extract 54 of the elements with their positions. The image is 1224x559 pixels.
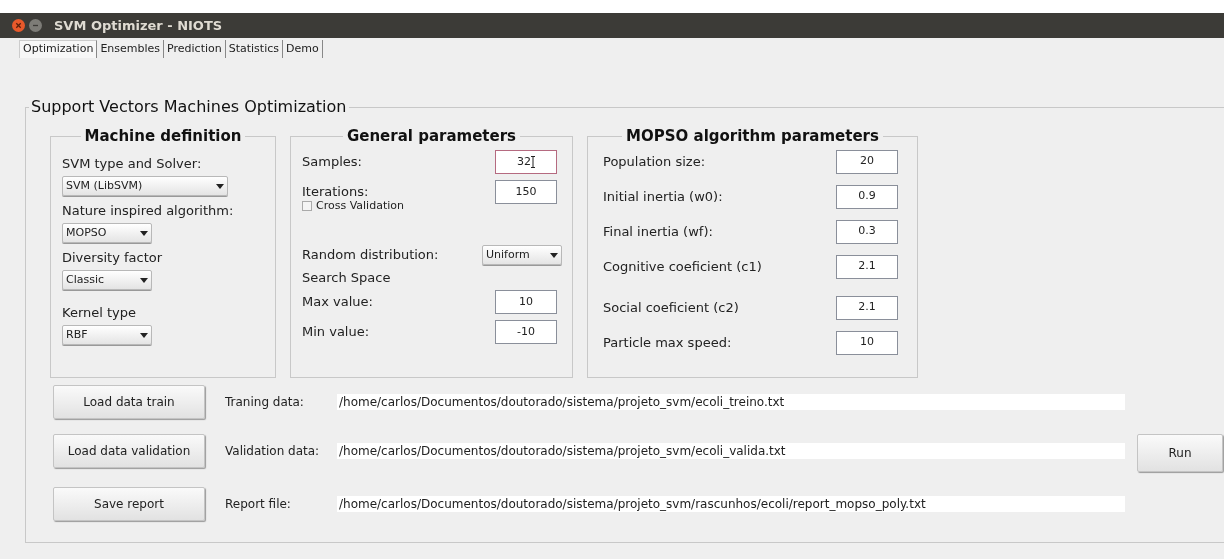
dropdown[interactable]: MOPSO	[62, 223, 152, 243]
field-label: Random distribution:	[302, 246, 439, 265]
path-field: /home/carlos/Documentos/doutorado/sistema/projeto_svm/ecoli_treino.txt	[337, 394, 1125, 410]
number-field[interactable]: 150	[495, 180, 557, 204]
number-field[interactable]: 10	[836, 330, 898, 355]
number-field[interactable]: 2.1	[836, 254, 898, 279]
dropdown[interactable]: Uniform	[482, 245, 562, 265]
checkbox[interactable]	[302, 201, 312, 211]
number-field[interactable]: -10	[495, 320, 557, 344]
field-label: Kernel type	[62, 304, 137, 322]
caret-icon	[140, 332, 148, 338]
caret-icon	[140, 230, 148, 236]
field-label: Diversity factor	[62, 249, 164, 267]
load-button[interactable]: Load data train	[53, 385, 205, 419]
field-label: Social coeficient (c2)	[603, 298, 739, 317]
section-label: Search Space	[302, 269, 392, 287]
field-label: Report file:	[225, 496, 292, 513]
path-field: /home/carlos/Documentos/doutorado/sistema/projeto_svm/ecoli_valida.txt	[337, 443, 1125, 459]
run-button[interactable]: Run	[1137, 434, 1223, 472]
field-label: Initial inertia (w0):	[603, 187, 723, 206]
number-field[interactable]: 2.1	[836, 295, 898, 320]
number-field[interactable]: 0.9	[836, 184, 898, 209]
dropdown[interactable]: SVM (LibSVM)	[62, 176, 228, 196]
field-label: Final inertia (wf):	[603, 222, 713, 241]
field-label: Population size:	[603, 152, 706, 171]
load-button[interactable]: Load data validation	[53, 434, 205, 468]
load-button[interactable]: Save report	[53, 487, 205, 521]
caret-icon	[140, 277, 148, 283]
caret-icon	[216, 183, 224, 189]
number-field[interactable]: 10	[495, 290, 557, 314]
path-field: /home/carlos/Documentos/doutorado/sistema/projeto_svm/rascunhos/ecoli/report_mopso_poly.txt	[337, 496, 1125, 512]
tab[interactable]: Optimization	[19, 40, 98, 58]
field-label: Validation data:	[225, 443, 321, 460]
dropdown[interactable]: RBF	[62, 325, 152, 345]
field-label: SVM type and Solver:	[62, 155, 203, 173]
field-label: Min value:	[302, 323, 370, 342]
number-field[interactable]: 32	[495, 150, 557, 174]
window-title: SVM Optimizer - NIOTS	[54, 16, 223, 35]
minimize-icon[interactable]	[29, 19, 42, 32]
field-label: Cognitive coeficient (c1)	[603, 257, 762, 276]
panel-title: MOPSO algorithm parameters	[622, 127, 883, 145]
field-label: Samples:	[302, 153, 362, 172]
text-cursor-icon	[531, 156, 535, 168]
number-field[interactable]: 20	[836, 149, 898, 174]
field-label: Traning data:	[225, 394, 305, 411]
field-label: Particle max speed:	[603, 333, 732, 352]
panel-title: General parameters	[342, 127, 521, 145]
close-icon[interactable]	[12, 19, 25, 32]
caret-icon	[550, 252, 558, 258]
field-label: Max value:	[302, 293, 373, 312]
field-label: Nature inspired algorithm:	[62, 202, 235, 220]
number-field[interactable]: 0.3	[836, 219, 898, 244]
dropdown[interactable]: Classic	[62, 270, 152, 290]
group-title: Support Vectors Machines Optimization	[29, 97, 349, 117]
